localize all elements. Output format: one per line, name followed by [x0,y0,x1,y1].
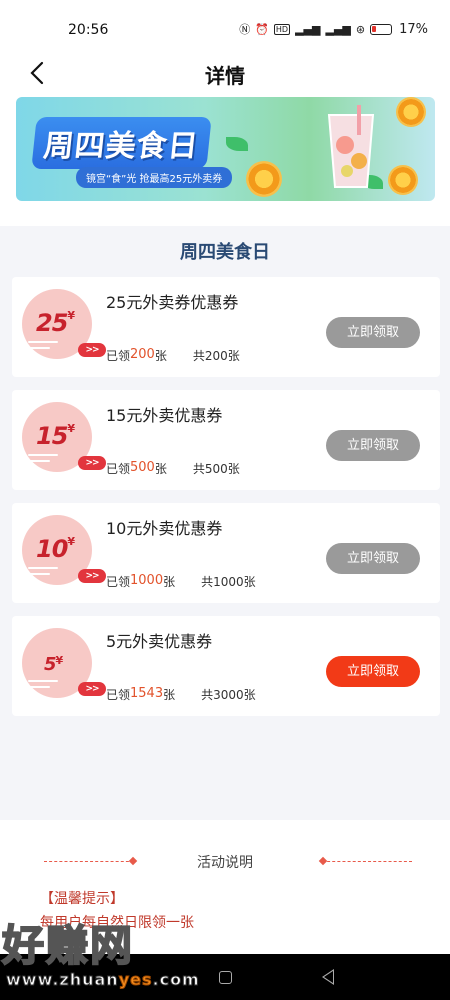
total-count: 共3000张 [201,688,256,702]
coupon-badge: 25¥ >> [22,289,106,361]
coupon-card: 25¥ >> 25元外卖券优惠券 已领 200 张 共200张 立即领取 [12,277,440,377]
watermark-url-b: yes [118,970,153,990]
claimed-label: 已领 [106,462,131,476]
coupon-card: 10¥ >> 10元外卖优惠券 已领 1000 张 共1000张 立即领取 [12,503,440,603]
badge-lines [28,676,68,698]
orange-slice-icon [396,97,426,127]
promo-banner[interactable]: 周四美食日 镜宫“食”光 抢最高25元外卖券 [16,97,435,201]
claimed-count: 200 [130,347,155,362]
total-count: 共500张 [192,462,240,476]
badge-amount: 5¥ [44,654,63,675]
coupon-stats: 已领 200 张 共200张 [106,347,240,364]
status-icons: Ⓝ ⏰ HD ▂▄▆ ▂▄▆ ⊛ 17% [239,21,428,37]
watermark-title: 好赚网 [1,920,135,971]
navbar: 详情 [0,56,450,96]
hd-icon: HD [273,23,291,35]
section-title: 周四美食日 [180,242,270,263]
claim-button[interactable]: 立即领取 [326,317,420,348]
leaf-icon [226,137,248,151]
badge-lines [28,337,68,359]
signal-icon: ▂▄▆ [295,22,321,36]
explain-header: 活动说明 [197,855,253,871]
security-icon: ⊛ [355,22,366,36]
badge-lines [28,450,68,472]
orange-slice-icon [388,165,418,195]
coupon-stats: 已领 500 张 共500张 [106,460,240,477]
claim-button[interactable]: 立即领取 [326,656,420,687]
status-time: 20:56 [68,22,109,38]
badge-arrow-icon: >> [78,682,106,696]
banner-title-box: 周四美食日 [31,117,212,169]
coupon-badge: 15¥ >> [22,402,106,474]
page-title: 详情 [205,64,245,88]
watermark-url-a: www.zhuan [6,970,119,990]
status-bar: 20:56 Ⓝ ⏰ HD ▂▄▆ ▂▄▆ ⊛ 17% [0,0,450,56]
badge-amount: 10¥ [36,535,75,563]
coupon-title: 25元外卖券优惠券 [106,293,239,312]
badge-arrow-icon: >> [78,343,106,357]
claimed-label: 已领 [106,575,131,589]
claimed-count: 500 [130,460,155,475]
divider [322,861,412,862]
claimed-count: 1543 [130,686,164,701]
claimed-label: 已领 [106,688,131,702]
signal-5g-icon: ▂▄▆ [325,22,351,36]
coupon-title: 10元外卖优惠券 [106,519,223,538]
claim-button[interactable]: 立即领取 [326,430,420,461]
nfc-icon: Ⓝ [239,23,251,36]
claimed-count: 1000 [130,573,164,588]
battery-percent: 17% [399,21,428,37]
coupon-card: 15¥ >> 15元外卖优惠券 已领 500 张 共500张 立即领取 [12,390,440,490]
badge-arrow-icon: >> [78,456,106,470]
coupon-stats: 已领 1000 张 共1000张 [106,573,256,590]
badge-amount: 25¥ [36,309,75,337]
coupon-card: 5¥ >> 5元外卖优惠券 已领 1543 张 共3000张 立即领取 [12,616,440,716]
coupon-title: 15元外卖优惠券 [106,406,223,425]
drink-glass-icon [327,105,375,188]
badge-arrow-icon: >> [78,569,106,583]
banner-subtitle: 镜宫“食”光 抢最高25元外卖券 [76,167,233,188]
claimed-unit: 张 [163,575,176,589]
coupon-badge: 10¥ >> [22,515,106,587]
tip-title: 【温馨提示】 [40,891,124,907]
battery-icon [370,23,393,35]
total-count: 共1000张 [201,575,256,589]
watermark: 好赚网 www.zhuanyes.com [0,912,200,996]
banner-title: 周四美食日 [41,129,201,164]
badge-lines [28,563,68,585]
badge-amount: 15¥ [36,422,75,450]
coupon-stats: 已领 1543 张 共3000张 [106,686,256,703]
back-triangle-icon[interactable] [322,969,334,985]
claim-button[interactable]: 立即领取 [326,543,420,574]
total-count: 共200张 [192,349,240,363]
coupon-title: 5元外卖优惠券 [106,632,213,651]
claimed-unit: 张 [163,688,176,702]
claimed-unit: 张 [154,462,167,476]
claimed-label: 已领 [106,349,131,363]
claimed-unit: 张 [154,349,167,363]
watermark-url-c: .com [152,970,200,990]
coupon-badge: 5¥ >> [22,628,106,700]
orange-slice-icon [246,161,282,197]
watermark-url: www.zhuanyes.com [6,970,200,990]
alarm-icon: ⏰ [255,22,269,36]
home-square-icon[interactable] [219,971,232,984]
